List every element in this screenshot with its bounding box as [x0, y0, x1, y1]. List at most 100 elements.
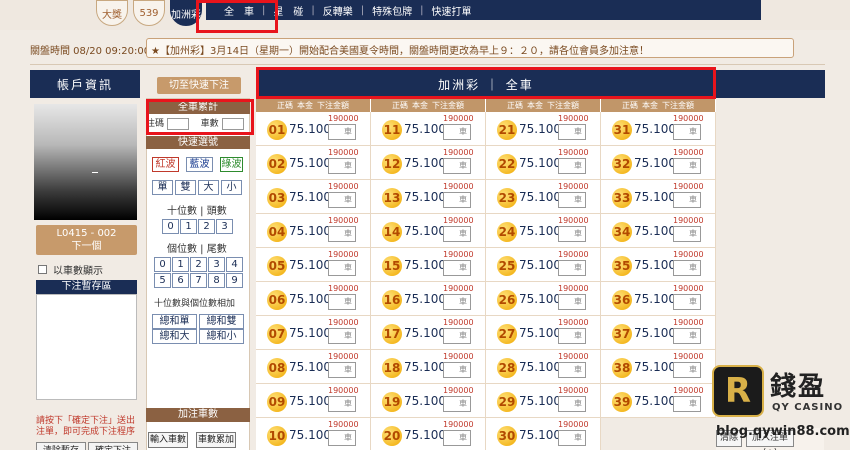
units-digit-button[interactable]: 0: [154, 257, 171, 272]
red-wave-button[interactable]: 紅波: [152, 157, 179, 172]
number-ball[interactable]: 03: [267, 188, 287, 208]
nav-quick-order[interactable]: 快速打單: [424, 3, 480, 18]
bet-amount-input[interactable]: 車: [328, 396, 356, 412]
bet-amount-input[interactable]: 車: [328, 226, 356, 242]
number-ball[interactable]: 19: [382, 392, 402, 412]
green-wave-button[interactable]: 綠波: [220, 157, 243, 172]
number-ball[interactable]: 28: [497, 358, 517, 378]
bet-amount-input[interactable]: 車: [328, 362, 356, 378]
odd-button[interactable]: 單: [152, 180, 173, 195]
number-ball[interactable]: 02: [267, 154, 287, 174]
bet-amount-input[interactable]: 車: [673, 362, 701, 378]
number-ball[interactable]: 25: [497, 256, 517, 276]
number-ball[interactable]: 17: [382, 324, 402, 344]
nav-reverse[interactable]: 反轉樂: [315, 3, 361, 18]
clear-staging-button[interactable]: 清除暫存: [36, 442, 86, 450]
units-digit-button[interactable]: 9: [226, 273, 243, 288]
bet-amount-input[interactable]: 車: [443, 396, 471, 412]
units-digit-button[interactable]: 4: [226, 257, 243, 272]
bet-amount-input[interactable]: 車: [558, 260, 586, 276]
bet-amount-input[interactable]: 車: [673, 226, 701, 242]
bet-amount-input[interactable]: 車: [673, 158, 701, 174]
bet-amount-input[interactable]: 車: [558, 294, 586, 310]
number-ball[interactable]: 15: [382, 256, 402, 276]
number-ball[interactable]: 37: [612, 324, 632, 344]
units-digit-button[interactable]: 3: [208, 257, 225, 272]
bet-amount-input[interactable]: 車: [328, 328, 356, 344]
number-ball[interactable]: 27: [497, 324, 517, 344]
bet-amount-input[interactable]: 車: [443, 294, 471, 310]
confirm-bet-button[interactable]: 確定下注: [88, 442, 138, 450]
tens-digit-button[interactable]: 2: [198, 219, 215, 234]
bet-amount-input[interactable]: 車: [558, 328, 586, 344]
tens-digit-button[interactable]: 1: [180, 219, 197, 234]
number-ball[interactable]: 07: [267, 324, 287, 344]
tens-digit-button[interactable]: 3: [216, 219, 233, 234]
checkbox[interactable]: [38, 265, 47, 274]
number-ball[interactable]: 35: [612, 256, 632, 276]
bet-amount-input[interactable]: 車: [328, 294, 356, 310]
number-ball[interactable]: 38: [612, 358, 632, 378]
number-ball[interactable]: 16: [382, 290, 402, 310]
number-ball[interactable]: 12: [382, 154, 402, 174]
number-ball[interactable]: 13: [382, 188, 402, 208]
bet-amount-input[interactable]: 車: [443, 192, 471, 208]
number-ball[interactable]: 30: [497, 426, 517, 446]
bet-amount-input[interactable]: 車: [558, 158, 586, 174]
sum-small-button[interactable]: 總和小: [199, 329, 244, 344]
nav-star-touch[interactable]: 星 碰: [265, 3, 311, 18]
units-digit-button[interactable]: 1: [172, 257, 189, 272]
number-ball[interactable]: 09: [267, 392, 287, 412]
units-digit-button[interactable]: 2: [190, 257, 207, 272]
number-ball[interactable]: 04: [267, 222, 287, 242]
bet-amount-input[interactable]: 車: [558, 362, 586, 378]
accumulate-car-button[interactable]: 車數累加: [196, 432, 236, 448]
bet-amount-input[interactable]: 車: [558, 124, 586, 140]
next-button[interactable]: L0415 - 002 下一個: [36, 225, 137, 255]
number-ball[interactable]: 32: [612, 154, 632, 174]
number-ball[interactable]: 26: [497, 290, 517, 310]
number-ball[interactable]: 24: [497, 222, 517, 242]
number-ball[interactable]: 06: [267, 290, 287, 310]
number-ball[interactable]: 20: [382, 426, 402, 446]
bet-amount-input[interactable]: 車: [328, 430, 356, 446]
bet-amount-input[interactable]: 車: [673, 328, 701, 344]
number-ball[interactable]: 08: [267, 358, 287, 378]
sum-odd-button[interactable]: 總和單: [152, 314, 197, 329]
units-digit-button[interactable]: 5: [154, 273, 171, 288]
number-ball[interactable]: 10: [267, 426, 287, 446]
bet-amount-input[interactable]: 車: [673, 260, 701, 276]
number-ball[interactable]: 39: [612, 392, 632, 412]
nav-special-pack[interactable]: 特殊包牌: [364, 3, 420, 18]
sum-even-button[interactable]: 總和雙: [199, 314, 244, 329]
bet-amount-input[interactable]: 車: [443, 158, 471, 174]
number-ball[interactable]: 18: [382, 358, 402, 378]
number-ball[interactable]: 31: [612, 120, 632, 140]
bet-amount-input[interactable]: 車: [328, 260, 356, 276]
big-button[interactable]: 大: [198, 180, 219, 195]
bet-amount-input[interactable]: 車: [673, 124, 701, 140]
bet-amount-input[interactable]: 車: [443, 260, 471, 276]
bet-amount-input[interactable]: 車: [673, 294, 701, 310]
tens-digit-button[interactable]: 0: [162, 219, 179, 234]
even-button[interactable]: 雙: [175, 180, 196, 195]
sum-big-button[interactable]: 總和大: [152, 329, 197, 344]
bet-amount-input[interactable]: 車: [443, 328, 471, 344]
bet-amount-input[interactable]: 車: [558, 396, 586, 412]
bet-amount-input[interactable]: 車: [328, 124, 356, 140]
number-ball[interactable]: 36: [612, 290, 632, 310]
bet-amount-input[interactable]: 車: [673, 396, 701, 412]
nav-full-car[interactable]: 全 車: [216, 3, 262, 18]
bet-amount-input[interactable]: 車: [328, 158, 356, 174]
bet-amount-input[interactable]: 車: [673, 192, 701, 208]
input-car-count-button[interactable]: 輸入車數: [148, 432, 188, 448]
bet-amount-input[interactable]: 車: [558, 226, 586, 242]
number-ball[interactable]: 14: [382, 222, 402, 242]
units-digit-button[interactable]: 8: [208, 273, 225, 288]
number-ball[interactable]: 22: [497, 154, 517, 174]
number-ball[interactable]: 33: [612, 188, 632, 208]
number-ball[interactable]: 21: [497, 120, 517, 140]
bet-amount-input[interactable]: 車: [443, 226, 471, 242]
number-ball[interactable]: 23: [497, 188, 517, 208]
number-ball[interactable]: 01: [267, 120, 287, 140]
